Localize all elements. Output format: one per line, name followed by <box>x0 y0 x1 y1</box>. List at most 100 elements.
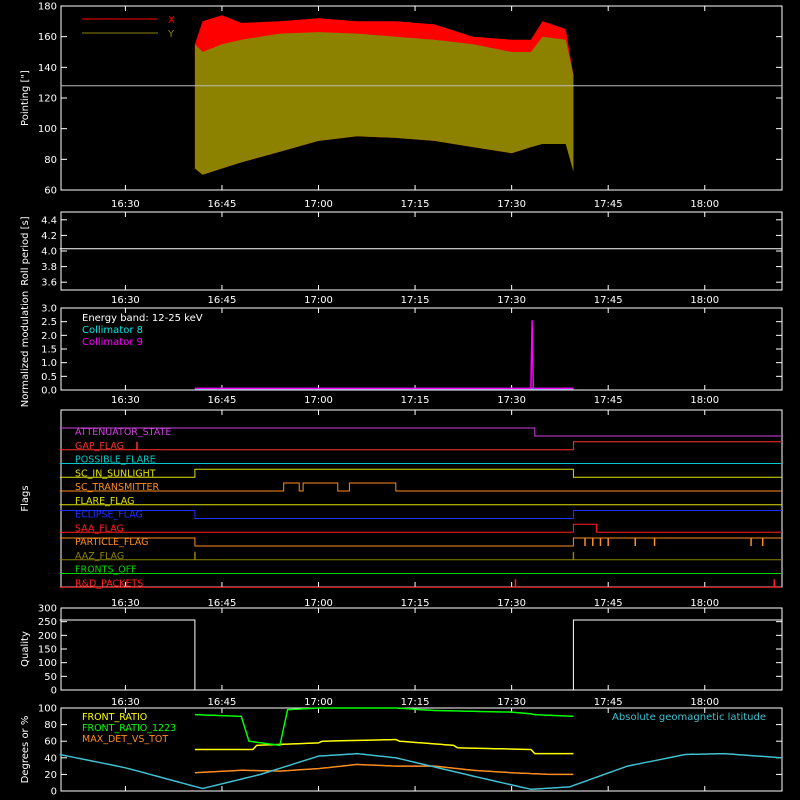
flag-line <box>59 510 782 519</box>
x-tick-label: 17:45 <box>594 395 623 406</box>
y-tick-label: 80 <box>44 155 57 166</box>
y-tick-label: 120 <box>38 94 57 105</box>
y-tick-label: 300 <box>38 604 57 615</box>
series-line <box>59 752 783 791</box>
legend-label: Absolute geomagnetic latitude <box>612 712 766 723</box>
y-tick-label: 50 <box>44 672 57 683</box>
y-axis-label: Pointing ["] <box>20 70 31 126</box>
legend-label: MAX_DET_VS_TOT <box>82 734 168 745</box>
y-tick-label: 180 <box>38 2 57 13</box>
x-tick-label: 16:45 <box>208 199 237 210</box>
y-tick-label: 0.5 <box>41 372 57 383</box>
y-axis-label: Degrees or % <box>20 716 31 784</box>
x-tick-label: 16:45 <box>208 697 237 708</box>
x-tick-label: 17:00 <box>304 395 333 406</box>
flag-label: PARTICLE_FLAG <box>75 537 148 548</box>
x-tick-label: 17:00 <box>304 295 333 306</box>
y-tick-label: 80 <box>44 720 57 731</box>
legend-title: Energy band: 12-25 keV <box>82 313 203 324</box>
y-tick-label: 0.0 <box>41 386 57 397</box>
y-tick-label: 140 <box>38 63 57 74</box>
x-tick-label: 17:45 <box>594 199 623 210</box>
y-tick-label: 2.5 <box>41 317 57 328</box>
y-axis-label: Flags <box>20 485 31 511</box>
y-tick-label: 20 <box>44 770 57 781</box>
x-tick-label: 18:00 <box>690 598 719 609</box>
x-tick-label: 17:15 <box>401 295 430 306</box>
flag-line <box>59 482 782 492</box>
x-tick-label: 17:00 <box>304 598 333 609</box>
y-axis-label: Quality <box>20 631 31 667</box>
legend-label: FRONT_RATIO <box>82 712 147 723</box>
flag-label: FLARE_FLAG <box>75 496 135 507</box>
x-tick-label: 17:15 <box>401 697 430 708</box>
y-tick-label: 100 <box>38 658 57 669</box>
y-tick-label: 200 <box>38 631 57 642</box>
flag-line <box>59 468 782 478</box>
flag-label: SC_TRANSMITTER <box>75 482 160 493</box>
series-line <box>194 320 574 390</box>
x-tick-label: 17:30 <box>497 598 526 609</box>
x-tick-label: 17:30 <box>497 295 526 306</box>
y-tick-label: 150 <box>38 645 57 656</box>
y-tick-label: 100 <box>38 704 57 715</box>
y-tick-label: 2.0 <box>41 331 57 342</box>
y-tick-label: 60 <box>44 737 57 748</box>
y-tick-label: 4.0 <box>41 247 57 258</box>
y-tick-label: 4.4 <box>41 215 57 226</box>
flag-label: GAP_FLAG <box>75 441 124 452</box>
flag-line <box>59 523 782 533</box>
x-tick-label: 18:00 <box>690 295 719 306</box>
legend-label: Y <box>167 29 175 40</box>
y-tick-label: 4.2 <box>41 231 57 242</box>
x-tick-label: 17:15 <box>401 395 430 406</box>
x-tick-label: 16:30 <box>111 295 140 306</box>
x-tick-label: 16:45 <box>208 395 237 406</box>
y-tick-label: 0 <box>51 686 57 697</box>
x-tick-label: 16:30 <box>111 697 140 708</box>
y-tick-label: 3.8 <box>41 262 57 273</box>
x-tick-label: 17:00 <box>304 199 333 210</box>
x-tick-label: 17:30 <box>497 395 526 406</box>
flag-label: FRONTS_OFF <box>75 565 137 576</box>
y-axis-label: Normalized modulation <box>20 291 31 408</box>
series-band-y <box>194 32 574 175</box>
y-axis-label: Roll period [s] <box>20 216 31 285</box>
y-tick-label: 1.0 <box>41 358 57 369</box>
y-tick-label: 100 <box>38 124 57 135</box>
x-tick-label: 17:15 <box>401 598 430 609</box>
x-tick-label: 16:30 <box>111 395 140 406</box>
y-tick-label: 160 <box>38 32 57 43</box>
x-tick-label: 17:45 <box>594 295 623 306</box>
x-tick-label: 17:30 <box>497 199 526 210</box>
y-tick-label: 40 <box>44 753 57 764</box>
y-tick-label: 3.0 <box>41 304 57 315</box>
x-tick-label: 17:00 <box>304 697 333 708</box>
panel-frame <box>60 211 783 291</box>
x-tick-label: 17:15 <box>401 199 430 210</box>
y-tick-label: 0 <box>51 787 57 798</box>
x-tick-label: 17:45 <box>594 598 623 609</box>
flag-label: POSSIBLE_FLARE <box>75 455 156 466</box>
x-tick-label: 16:45 <box>208 598 237 609</box>
legend-label: Collimator 9 <box>82 337 143 348</box>
flag-label: ECLIPSE_FLAG <box>75 510 143 521</box>
figure: 16:30 16:45 17:00 17:15 17:30 17:45 18:00 60 80 1… <box>20 2 783 798</box>
flag-label: AAZ_FLAG <box>75 551 124 562</box>
x-tick-label: 17:30 <box>497 697 526 708</box>
flag-label: R&D_PACKETS <box>75 578 143 589</box>
legend-label: Collimator 8 <box>82 325 143 336</box>
legend-label: X <box>168 15 175 26</box>
y-tick-label: 1.5 <box>41 345 57 356</box>
y-tick-label: 3.6 <box>41 278 57 289</box>
flag-label: ATTENUATOR_STATE <box>75 427 171 438</box>
quality-line <box>59 619 782 691</box>
x-tick-label: 18:00 <box>690 395 719 406</box>
flag-label: SAA_FLAG <box>75 523 124 534</box>
x-tick-label: 17:45 <box>594 697 623 708</box>
flag-label: SC_IN_SUNLIGHT <box>75 468 156 479</box>
flag-line <box>59 537 782 547</box>
series-line <box>194 763 574 776</box>
legend-label: FRONT_RATIO_1223 <box>82 723 176 734</box>
y-tick-label: 60 <box>44 186 57 197</box>
